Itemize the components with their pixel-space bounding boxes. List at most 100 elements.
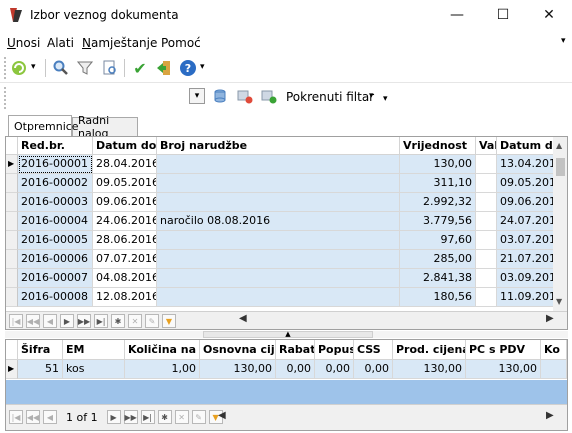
table-cell[interactable]: 1,00 bbox=[125, 360, 200, 379]
column-header[interactable]: Red.br. bbox=[18, 137, 93, 155]
current-row-arrow-icon[interactable]: ▶ bbox=[6, 155, 18, 174]
menu-unosi[interactable]: Unosi bbox=[7, 36, 40, 50]
nav-delete-icon[interactable]: ✕ bbox=[174, 410, 189, 424]
refresh-dropdown-icon[interactable]: ▾ bbox=[31, 62, 36, 72]
table-cell[interactable]: 07.07.2016 bbox=[93, 250, 157, 269]
column-header[interactable]: Val bbox=[476, 137, 497, 155]
table-cell[interactable] bbox=[476, 193, 497, 212]
nav-next-icon[interactable]: ▶ bbox=[106, 410, 121, 424]
column-header[interactable]: PC s PDV bbox=[466, 340, 541, 360]
bottom-hscroll[interactable]: ◀ ▶ bbox=[218, 410, 567, 424]
table-cell[interactable] bbox=[476, 269, 497, 288]
column-header[interactable]: EM bbox=[63, 340, 125, 360]
table-cell[interactable]: 2016-00008 bbox=[18, 288, 93, 307]
table-cell[interactable]: 2016-00001 bbox=[18, 155, 93, 174]
table-cell[interactable] bbox=[476, 288, 497, 307]
table-cell[interactable]: 130,00 bbox=[466, 360, 541, 379]
nav-next-page-icon[interactable]: ▶▶ bbox=[123, 410, 138, 424]
nav-next-icon[interactable]: ▶ bbox=[60, 314, 74, 328]
nav-last-icon[interactable]: ▶| bbox=[140, 410, 155, 424]
row-indicator[interactable] bbox=[6, 193, 18, 212]
column-header[interactable]: Popus bbox=[315, 340, 354, 360]
row-indicator[interactable] bbox=[6, 174, 18, 193]
table-cell[interactable]: 130,00 bbox=[200, 360, 276, 379]
nav-edit-icon[interactable]: ✎ bbox=[145, 314, 159, 328]
minimize-icon[interactable]: — bbox=[434, 0, 480, 30]
nav-next-page-icon[interactable]: ▶▶ bbox=[77, 314, 91, 328]
table-cell[interactable]: 2.992,32 bbox=[400, 193, 476, 212]
table-cell[interactable]: 180,56 bbox=[400, 288, 476, 307]
table-cell[interactable]: 24.06.2016 bbox=[93, 212, 157, 231]
database-icon[interactable] bbox=[212, 87, 230, 105]
table-cell[interactable] bbox=[476, 231, 497, 250]
current-row-arrow-icon[interactable]: ▶ bbox=[6, 360, 18, 379]
run-filter-dropdown-icon[interactable]: ▾ bbox=[369, 91, 374, 101]
nav-prev-page-icon[interactable]: ◀◀ bbox=[26, 410, 40, 424]
table-cell[interactable]: 0,00 bbox=[354, 360, 393, 379]
maximize-icon[interactable]: ☐ bbox=[480, 0, 526, 30]
column-header[interactable]: Datum dol bbox=[93, 137, 157, 155]
hscroll-right-icon[interactable]: ▶ bbox=[546, 313, 554, 324]
nav-last-icon[interactable]: ▶| bbox=[94, 314, 108, 328]
table-cell[interactable] bbox=[476, 212, 497, 231]
refresh-icon[interactable] bbox=[10, 59, 28, 77]
column-header[interactable]: Osnovna cije bbox=[200, 340, 276, 360]
table-cell[interactable]: 28.06.2016 bbox=[93, 231, 157, 250]
nav-prev-icon[interactable]: ◀ bbox=[43, 410, 57, 424]
scroll-down-icon[interactable]: ▼ bbox=[556, 297, 562, 306]
database-remove-icon[interactable] bbox=[236, 87, 254, 105]
close-icon[interactable]: ✕ bbox=[526, 0, 572, 30]
nav-prev-icon[interactable]: ◀ bbox=[43, 314, 57, 328]
column-header[interactable]: Šifra bbox=[18, 340, 63, 360]
column-header[interactable]: Vrijednost bbox=[400, 137, 476, 155]
table-cell[interactable]: 311,10 bbox=[400, 174, 476, 193]
table-cell[interactable] bbox=[157, 193, 400, 212]
run-filter-button[interactable]: Pokrenuti filtar bbox=[286, 90, 374, 104]
table-cell[interactable] bbox=[476, 155, 497, 174]
menu-namjestanje[interactable]: Namještanje bbox=[82, 36, 157, 50]
table-cell[interactable]: 3.779,56 bbox=[400, 212, 476, 231]
table-cell[interactable]: 2016-00006 bbox=[18, 250, 93, 269]
nav-filter-icon[interactable]: ▼ bbox=[162, 314, 176, 328]
database-add-icon[interactable] bbox=[260, 87, 278, 105]
table-cell[interactable] bbox=[157, 231, 400, 250]
table-cell[interactable]: 285,00 bbox=[400, 250, 476, 269]
exit-icon[interactable] bbox=[155, 59, 173, 77]
column-header[interactable]: Ko bbox=[541, 340, 567, 360]
table-cell[interactable]: 2016-00003 bbox=[18, 193, 93, 212]
table-cell[interactable]: 09.05.2016 bbox=[93, 174, 157, 193]
nav-prev-page-icon[interactable]: ◀◀ bbox=[26, 314, 40, 328]
nav-edit-icon[interactable]: ✎ bbox=[191, 410, 206, 424]
table-cell[interactable]: 28.04.2016 bbox=[93, 155, 157, 174]
table-cell[interactable] bbox=[541, 360, 567, 379]
table-cell[interactable]: 51 bbox=[18, 360, 63, 379]
nav-append-icon[interactable]: ✱ bbox=[157, 410, 172, 424]
table-cell[interactable]: naročilo 08.08.2016 bbox=[157, 212, 400, 231]
column-header[interactable]: CSS bbox=[354, 340, 393, 360]
confirm-check-icon[interactable]: ✔ bbox=[131, 59, 149, 78]
table-cell[interactable]: 04.08.2016 bbox=[93, 269, 157, 288]
menu-pomoc[interactable]: Pomoć bbox=[161, 36, 201, 50]
nav-first-icon[interactable]: |◀ bbox=[9, 314, 23, 328]
column-header[interactable]: Prod. cijena bbox=[393, 340, 466, 360]
splitter-handle-icon[interactable]: ▲ bbox=[203, 331, 373, 338]
toolbar-overflow-icon[interactable]: ▾ bbox=[383, 94, 388, 104]
table-cell[interactable]: 2016-00004 bbox=[18, 212, 93, 231]
column-header[interactable]: Rabat bbox=[276, 340, 315, 360]
table-cell[interactable]: 0,00 bbox=[315, 360, 354, 379]
nav-append-icon[interactable]: ✱ bbox=[111, 314, 125, 328]
table-cell[interactable]: 0,00 bbox=[276, 360, 315, 379]
table-cell[interactable] bbox=[157, 155, 400, 174]
row-indicator[interactable] bbox=[6, 269, 18, 288]
table-cell[interactable]: 2.841,38 bbox=[400, 269, 476, 288]
help-icon[interactable]: ? bbox=[179, 59, 197, 77]
table-cell[interactable]: 12.08.2016 bbox=[93, 288, 157, 307]
menu-alati[interactable]: Alati bbox=[47, 36, 74, 50]
table-cell[interactable] bbox=[157, 269, 400, 288]
table-cell[interactable]: 2016-00002 bbox=[18, 174, 93, 193]
help-dropdown-icon[interactable]: ▾ bbox=[200, 62, 205, 72]
row-indicator[interactable] bbox=[6, 231, 18, 250]
table-cell[interactable]: 97,60 bbox=[400, 231, 476, 250]
filter-icon[interactable] bbox=[76, 59, 94, 77]
column-header[interactable]: Količina na r bbox=[125, 340, 200, 360]
